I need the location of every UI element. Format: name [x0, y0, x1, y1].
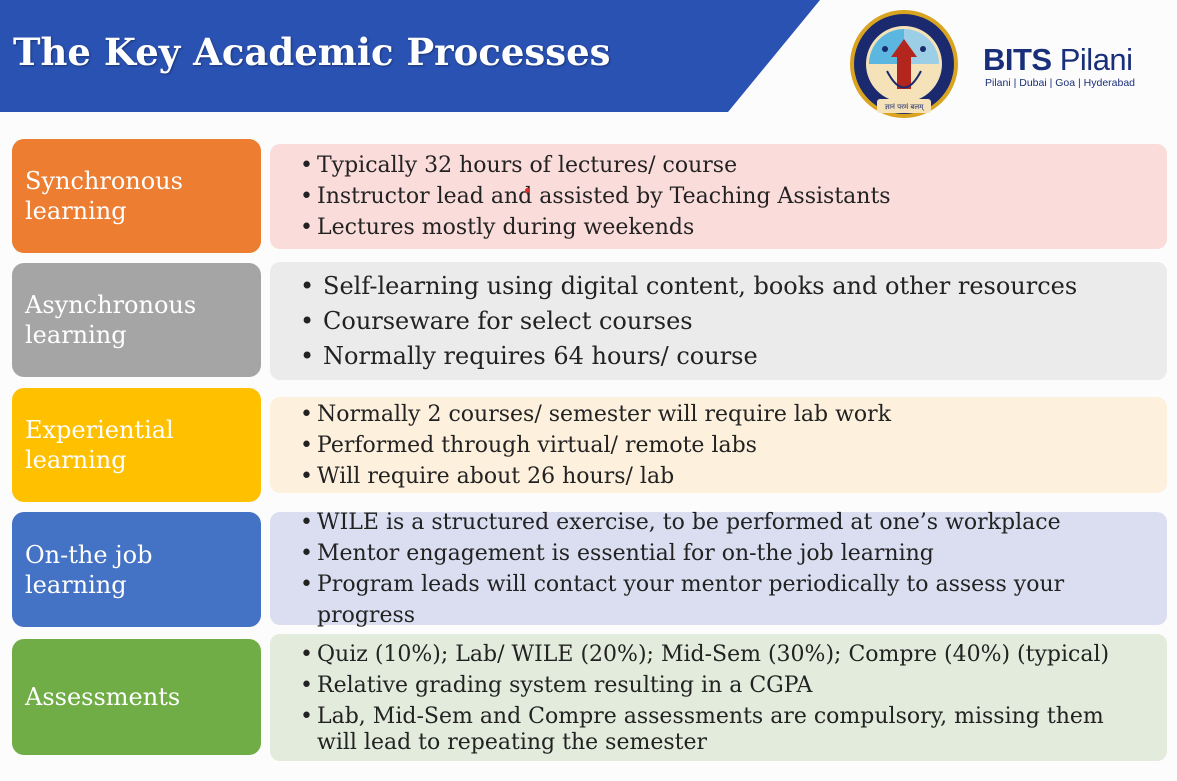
- content-assessments: Quiz (10%); Lab/ WILE (20%); Mid-Sem (30…: [270, 634, 1167, 761]
- bullet-item: Lectures mostly during weekends: [300, 212, 1167, 243]
- content-experiential-learning: Normally 2 courses/ semester will requir…: [270, 397, 1167, 493]
- row-label: Asynchronous learning: [25, 291, 197, 349]
- bullet-item: Performed through virtual/ remote labs: [300, 430, 1167, 461]
- bullet-item: Will require about 26 hours/ lab: [300, 461, 1167, 492]
- brand-wordmark: BITS Pilani Pilani | Dubai | Goa | Hyder…: [983, 44, 1136, 90]
- label-assessments: Assessments: [12, 639, 261, 755]
- bullet-item: Mentor engagement is essential for on-th…: [300, 538, 1167, 569]
- content-on-the-job-learning: WILE is a structured exercise, to be per…: [270, 507, 1167, 628]
- bullet-item: Instructor lead and assisted by Teaching…: [300, 181, 1167, 212]
- row-label: On-the job learning: [25, 540, 153, 599]
- bullet-item: Self-learning using digital content, boo…: [300, 269, 1167, 304]
- bullet-item: Relative grading system resulting in a C…: [300, 670, 1167, 701]
- bullet-item: WILE is a structured exercise, to be per…: [300, 507, 1167, 538]
- brand-name-rest: Pilani: [1051, 42, 1133, 77]
- bullet-item: Quiz (10%); Lab/ WILE (20%); Mid-Sem (30…: [300, 639, 1167, 670]
- slide-title: The Key Academic Processes: [13, 30, 611, 74]
- content-synchronous-learning: Typically 32 hours of lectures/ course I…: [270, 144, 1167, 249]
- bullet-item: Normally 2 courses/ semester will requir…: [300, 399, 1167, 430]
- bullet-item: Typically 32 hours of lectures/ course: [300, 150, 1167, 181]
- row-label: Assessments: [25, 683, 181, 711]
- pointer-dot: [525, 188, 530, 193]
- bullet-item: Lab, Mid-Sem and Compre assessments are …: [300, 704, 1167, 756]
- slide-header: The Key Academic Processes ज्ञानं परमं ब…: [0, 0, 1177, 118]
- brand-locations: Pilani | Dubai | Goa | Hyderabad: [985, 77, 1136, 89]
- label-experiential-learning: Experiential learning: [12, 388, 261, 502]
- content-asynchronous-learning: Self-learning using digital content, boo…: [270, 262, 1167, 380]
- bullet-item: Normally requires 64 hours/ course: [300, 339, 1167, 374]
- row-label: Experiential learning: [25, 416, 174, 474]
- bullet-item: Program leads will contact your mentor p…: [300, 569, 1167, 631]
- label-on-the-job-learning: On-the job learning: [12, 512, 261, 627]
- label-asynchronous-learning: Asynchronous learning: [12, 263, 261, 377]
- brand-name: BITS Pilani: [983, 44, 1135, 76]
- bullet-item: Courseware for select courses: [300, 304, 1167, 339]
- brand-name-bold: BITS: [983, 42, 1052, 77]
- row-label: Synchronous learning: [25, 167, 183, 225]
- label-synchronous-learning: Synchronous learning: [12, 139, 261, 253]
- bits-emblem-logo: ज्ञानं परमं बलम्: [850, 10, 958, 118]
- emblem-motto: ज्ञानं परमं बलम्: [885, 103, 925, 111]
